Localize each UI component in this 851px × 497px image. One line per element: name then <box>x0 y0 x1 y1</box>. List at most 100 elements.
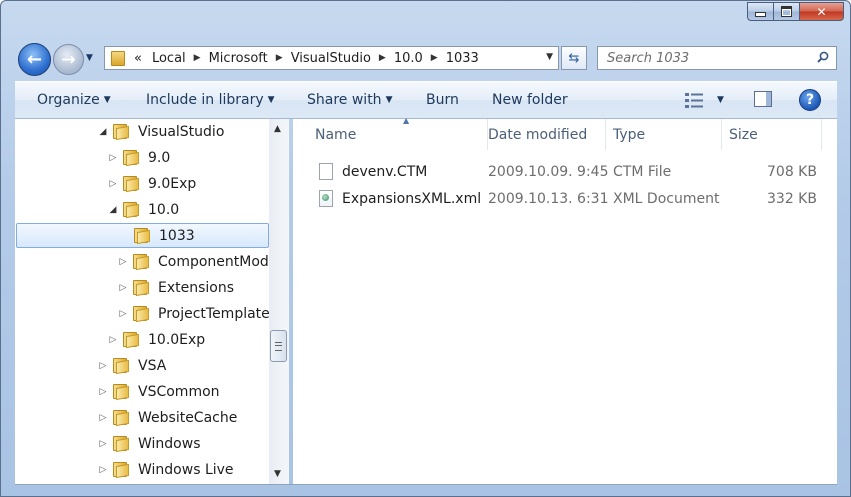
collapsed-arrow-icon[interactable]: ▷ <box>97 361 109 371</box>
tree-item-projecttemplatesc[interactable]: ▷ ProjectTemplatesC <box>117 301 269 326</box>
tree-item-label: VisualStudio <box>138 123 225 140</box>
column-header-size[interactable]: Size <box>721 119 822 150</box>
breadcrumb-overflow[interactable]: « <box>129 51 147 66</box>
explorer-window: ✕ ← → ▼ « Local ▶ Microsoft ▶ VisualStud… <box>0 0 851 497</box>
tree-item-10-0exp[interactable]: ▷ 10.0Exp <box>107 327 206 352</box>
minimize-icon <box>755 12 766 17</box>
maximize-icon <box>781 6 792 17</box>
collapsed-arrow-icon[interactable]: ▷ <box>97 387 109 397</box>
file-row[interactable]: devenv.CTM 2009.10.09. 9:45 CTM File 708… <box>293 159 837 185</box>
file-name: devenv.CTM <box>342 164 428 180</box>
chevron-down-icon[interactable]: ▼ <box>717 95 724 105</box>
expanded-arrow-icon[interactable]: ◢ <box>107 205 119 215</box>
collapsed-arrow-icon[interactable]: ▷ <box>117 257 129 267</box>
collapsed-arrow-icon[interactable]: ▷ <box>107 179 119 189</box>
tree-item-windows[interactable]: ▷ Windows <box>97 431 201 456</box>
collapsed-arrow-icon[interactable]: ▷ <box>97 439 109 449</box>
tree-item-websitecache[interactable]: ▷ WebsiteCache <box>97 405 238 430</box>
scroll-up-icon[interactable]: ▲ <box>274 124 281 134</box>
file-row[interactable]: ExpansionsXML.xml 2009.10.13. 6:31 XML D… <box>293 186 837 212</box>
tree-item-componentmodel[interactable]: ▷ ComponentModel <box>117 249 269 274</box>
organize-button[interactable]: Organize ▼ <box>37 92 111 108</box>
collapsed-arrow-icon[interactable]: ▷ <box>107 335 119 345</box>
share-with-button[interactable]: Share with ▼ <box>307 92 392 108</box>
scrollbar-thumb[interactable] <box>270 330 287 362</box>
expanded-arrow-icon[interactable]: ◢ <box>97 127 109 137</box>
back-button[interactable]: ← <box>18 43 51 76</box>
breadcrumb-local[interactable]: Local <box>147 51 191 66</box>
folder-icon <box>133 280 150 295</box>
breadcrumb-visualstudio[interactable]: VisualStudio <box>286 51 376 66</box>
tree-item-label: WebsiteCache <box>138 409 238 426</box>
maximize-button[interactable] <box>774 2 800 21</box>
file-size: 332 KB <box>767 191 817 207</box>
chevron-down-icon[interactable]: ▼ <box>546 52 553 62</box>
search-icon[interactable] <box>817 51 829 63</box>
generic-file-icon <box>319 163 333 180</box>
tree-item-label: VSA <box>138 357 167 374</box>
chevron-right-icon[interactable]: ▶ <box>273 53 286 63</box>
collapsed-arrow-icon[interactable]: ▷ <box>97 465 109 475</box>
new-folder-label: New folder <box>492 92 568 108</box>
tree-item-9-0exp[interactable]: ▷ 9.0Exp <box>107 171 197 196</box>
tree-item-9-0[interactable]: ▷ 9.0 <box>107 145 171 170</box>
refresh-icon: ⇆ <box>568 50 580 66</box>
new-folder-button[interactable]: New folder <box>492 92 568 108</box>
burn-label: Burn <box>426 92 459 108</box>
tree-item-vscommon[interactable]: ▷ VSCommon <box>97 379 220 404</box>
breadcrumb-1033[interactable]: 1033 <box>441 51 484 66</box>
collapsed-arrow-icon[interactable]: ▷ <box>107 153 119 163</box>
column-header-name[interactable]: ▲ Name <box>307 116 488 150</box>
tree-item-label: 9.0 <box>148 149 171 166</box>
change-view-icon[interactable] <box>685 93 703 108</box>
collapsed-arrow-icon[interactable]: ▷ <box>117 309 129 319</box>
breadcrumb-microsoft[interactable]: Microsoft <box>204 51 273 66</box>
chevron-right-icon[interactable]: ▶ <box>191 53 204 63</box>
column-header-type[interactable]: Type <box>605 119 722 150</box>
column-header-label: Name <box>315 126 357 143</box>
refresh-button[interactable]: ⇆ <box>561 46 587 70</box>
tree-item-vsa[interactable]: ▷ VSA <box>97 353 167 378</box>
tree-item-visualstudio[interactable]: ◢ VisualStudio <box>97 119 225 144</box>
file-date: 2009.10.13. 6:31 <box>488 191 609 207</box>
navigation-pane-scrollbar[interactable]: ▲ ▼ <box>269 119 289 484</box>
tree-item-label: 10.0Exp <box>148 331 206 348</box>
file-name: ExpansionsXML.xml <box>342 191 482 207</box>
include-in-library-button[interactable]: Include in library ▼ <box>146 92 275 108</box>
folder-icon <box>123 150 140 165</box>
tree-item-label: 1033 <box>159 227 195 244</box>
chevron-right-icon[interactable]: ▶ <box>376 53 389 63</box>
search-box[interactable] <box>597 46 837 70</box>
chevron-down-icon: ▼ <box>267 95 275 105</box>
folder-icon <box>113 124 130 139</box>
recent-pages-dropdown[interactable]: ▼ <box>86 53 93 63</box>
forward-button[interactable]: → <box>53 44 84 75</box>
search-input[interactable] <box>605 49 809 67</box>
close-button[interactable]: ✕ <box>800 2 844 21</box>
chevron-down-icon: ▼ <box>385 95 393 105</box>
tree-item-extensions[interactable]: ▷ Extensions <box>117 275 235 300</box>
breadcrumb-10-0[interactable]: 10.0 <box>389 51 428 66</box>
scroll-down-icon[interactable]: ▼ <box>274 469 281 479</box>
help-icon[interactable]: ? <box>799 89 821 111</box>
preview-pane-icon[interactable] <box>754 91 772 107</box>
collapsed-arrow-icon[interactable]: ▷ <box>97 413 109 423</box>
collapsed-arrow-icon[interactable]: ▷ <box>117 283 129 293</box>
tree-item-windows-live[interactable]: ▷ Windows Live <box>97 457 234 482</box>
column-header-label: Type <box>613 126 646 143</box>
column-header-label: Date modified <box>488 126 588 143</box>
burn-button[interactable]: Burn <box>426 92 459 108</box>
organize-label: Organize <box>37 92 100 108</box>
navigation-pane: ◢ VisualStudio ▷ 9.0 ▷ 9.0Exp ◢ 10.0 1033 ▷ C… <box>15 119 269 484</box>
tree-item-1033[interactable]: 1033 <box>16 223 269 248</box>
tree-item-10-0[interactable]: ◢ 10.0 <box>107 197 180 222</box>
xml-file-icon <box>319 190 333 207</box>
include-in-library-label: Include in library <box>146 92 264 108</box>
address-bar[interactable]: « Local ▶ Microsoft ▶ VisualStudio ▶ 10.… <box>104 46 559 70</box>
tree-item-label: VSCommon <box>138 383 220 400</box>
chevron-right-icon[interactable]: ▶ <box>428 53 441 63</box>
file-type: CTM File <box>613 164 672 180</box>
column-header-date-modified[interactable]: Date modified <box>480 119 606 150</box>
tree-item-label: ComponentModel <box>158 253 269 270</box>
minimize-button[interactable] <box>747 2 774 21</box>
